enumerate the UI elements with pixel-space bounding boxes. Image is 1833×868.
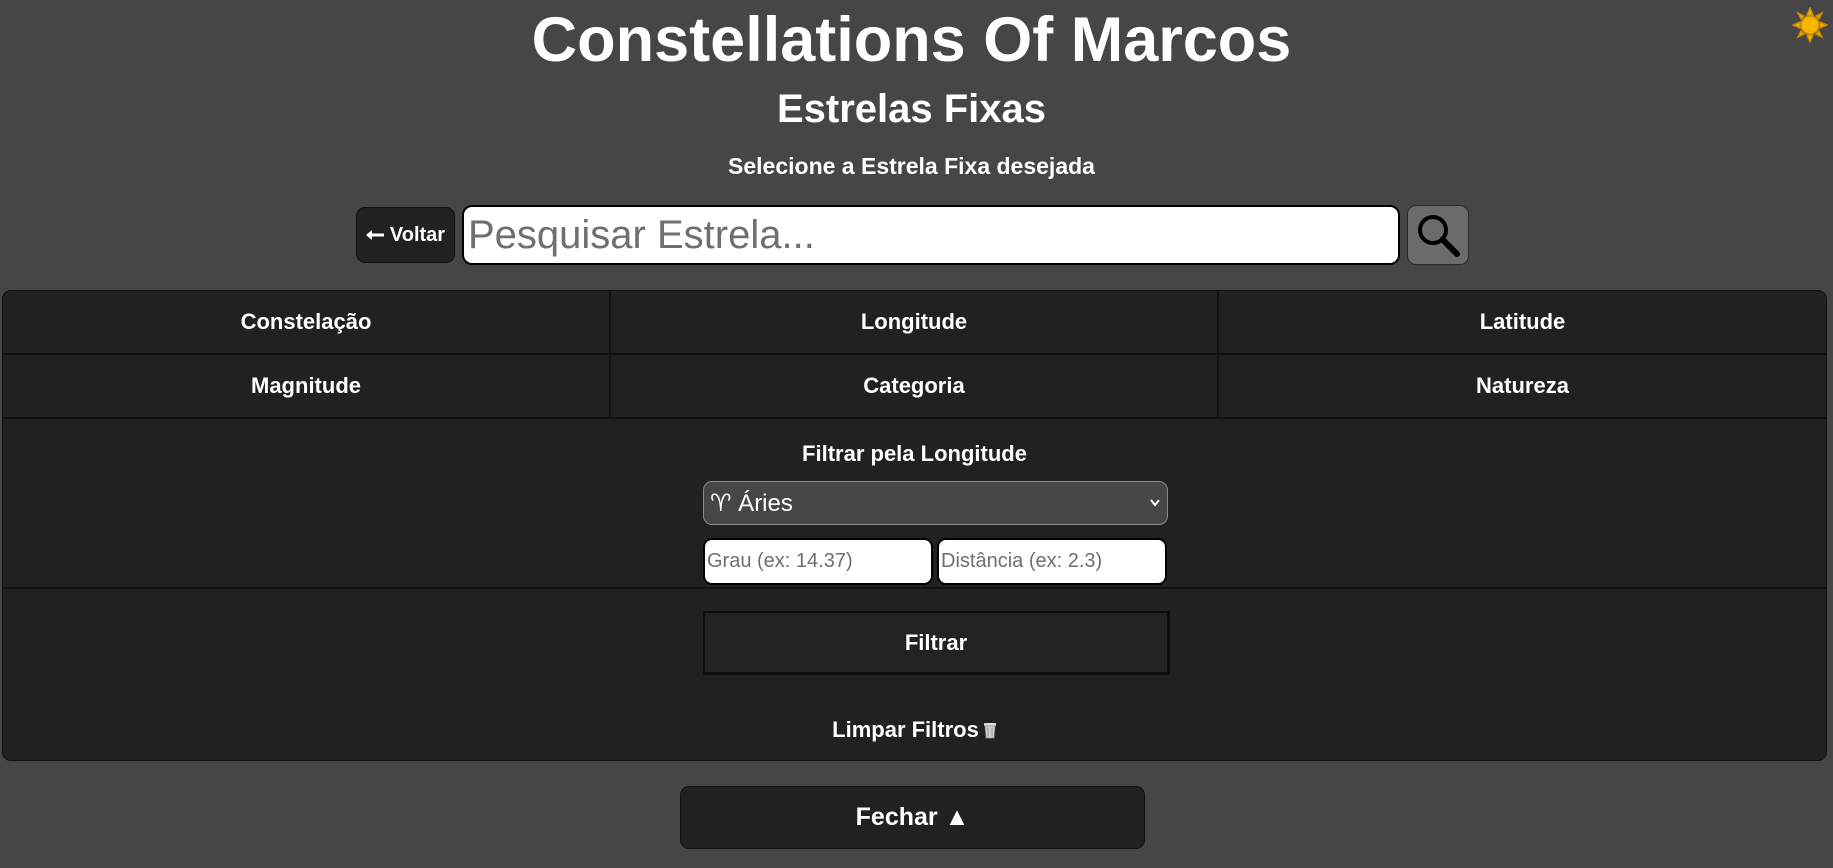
filter-tabs: Constelação Longitude Latitude Magnitude… (3, 291, 1826, 419)
page-title: Constellations Of Marcos (531, 5, 1292, 75)
clear-filters-label: Limpar Filtros (832, 717, 979, 742)
arrow-left-icon (365, 230, 384, 240)
filter-tab-magnitude[interactable]: Magnitude (3, 355, 611, 419)
magnifier-icon (1418, 215, 1460, 257)
theme-toggle-button[interactable] (1791, 6, 1829, 44)
search-input[interactable] (462, 205, 1400, 265)
close-button[interactable]: Fechar ▲ (680, 786, 1145, 849)
degree-input[interactable] (703, 538, 933, 585)
clear-filters-button[interactable]: Limpar Filtros (3, 699, 1826, 760)
filter-tab-categoria[interactable]: Categoria (611, 355, 1219, 419)
filter-panel: Constelação Longitude Latitude Magnitude… (2, 290, 1827, 761)
sun-icon (1792, 7, 1828, 43)
filter-tab-natureza[interactable]: Natureza (1219, 355, 1826, 419)
longitude-filter-label: Filtrar pela Longitude (802, 441, 1027, 466)
zodiac-sign-selected: ♈ Áries (710, 489, 793, 517)
filter-tab-longitude[interactable]: Longitude (611, 291, 1219, 355)
filter-submit-button[interactable]: Filtrar (703, 611, 1170, 675)
chevron-down-icon (1150, 499, 1160, 507)
search-button[interactable] (1407, 205, 1469, 265)
zodiac-sign-select[interactable]: ♈ Áries (703, 481, 1168, 525)
filter-tab-constelacao[interactable]: Constelação (3, 291, 611, 355)
longitude-filter-section: Filtrar pela Longitude ♈ Áries (3, 417, 1826, 589)
back-button[interactable]: Voltar (356, 207, 455, 263)
trash-icon (983, 723, 996, 739)
page-subtitle: Estrelas Fixas (776, 87, 1047, 131)
back-button-label: Voltar (389, 223, 446, 246)
filter-tab-latitude[interactable]: Latitude (1219, 291, 1826, 355)
instruction-text: Selecione a Estrela Fixa desejada (728, 153, 1095, 179)
distance-input[interactable] (937, 538, 1167, 585)
